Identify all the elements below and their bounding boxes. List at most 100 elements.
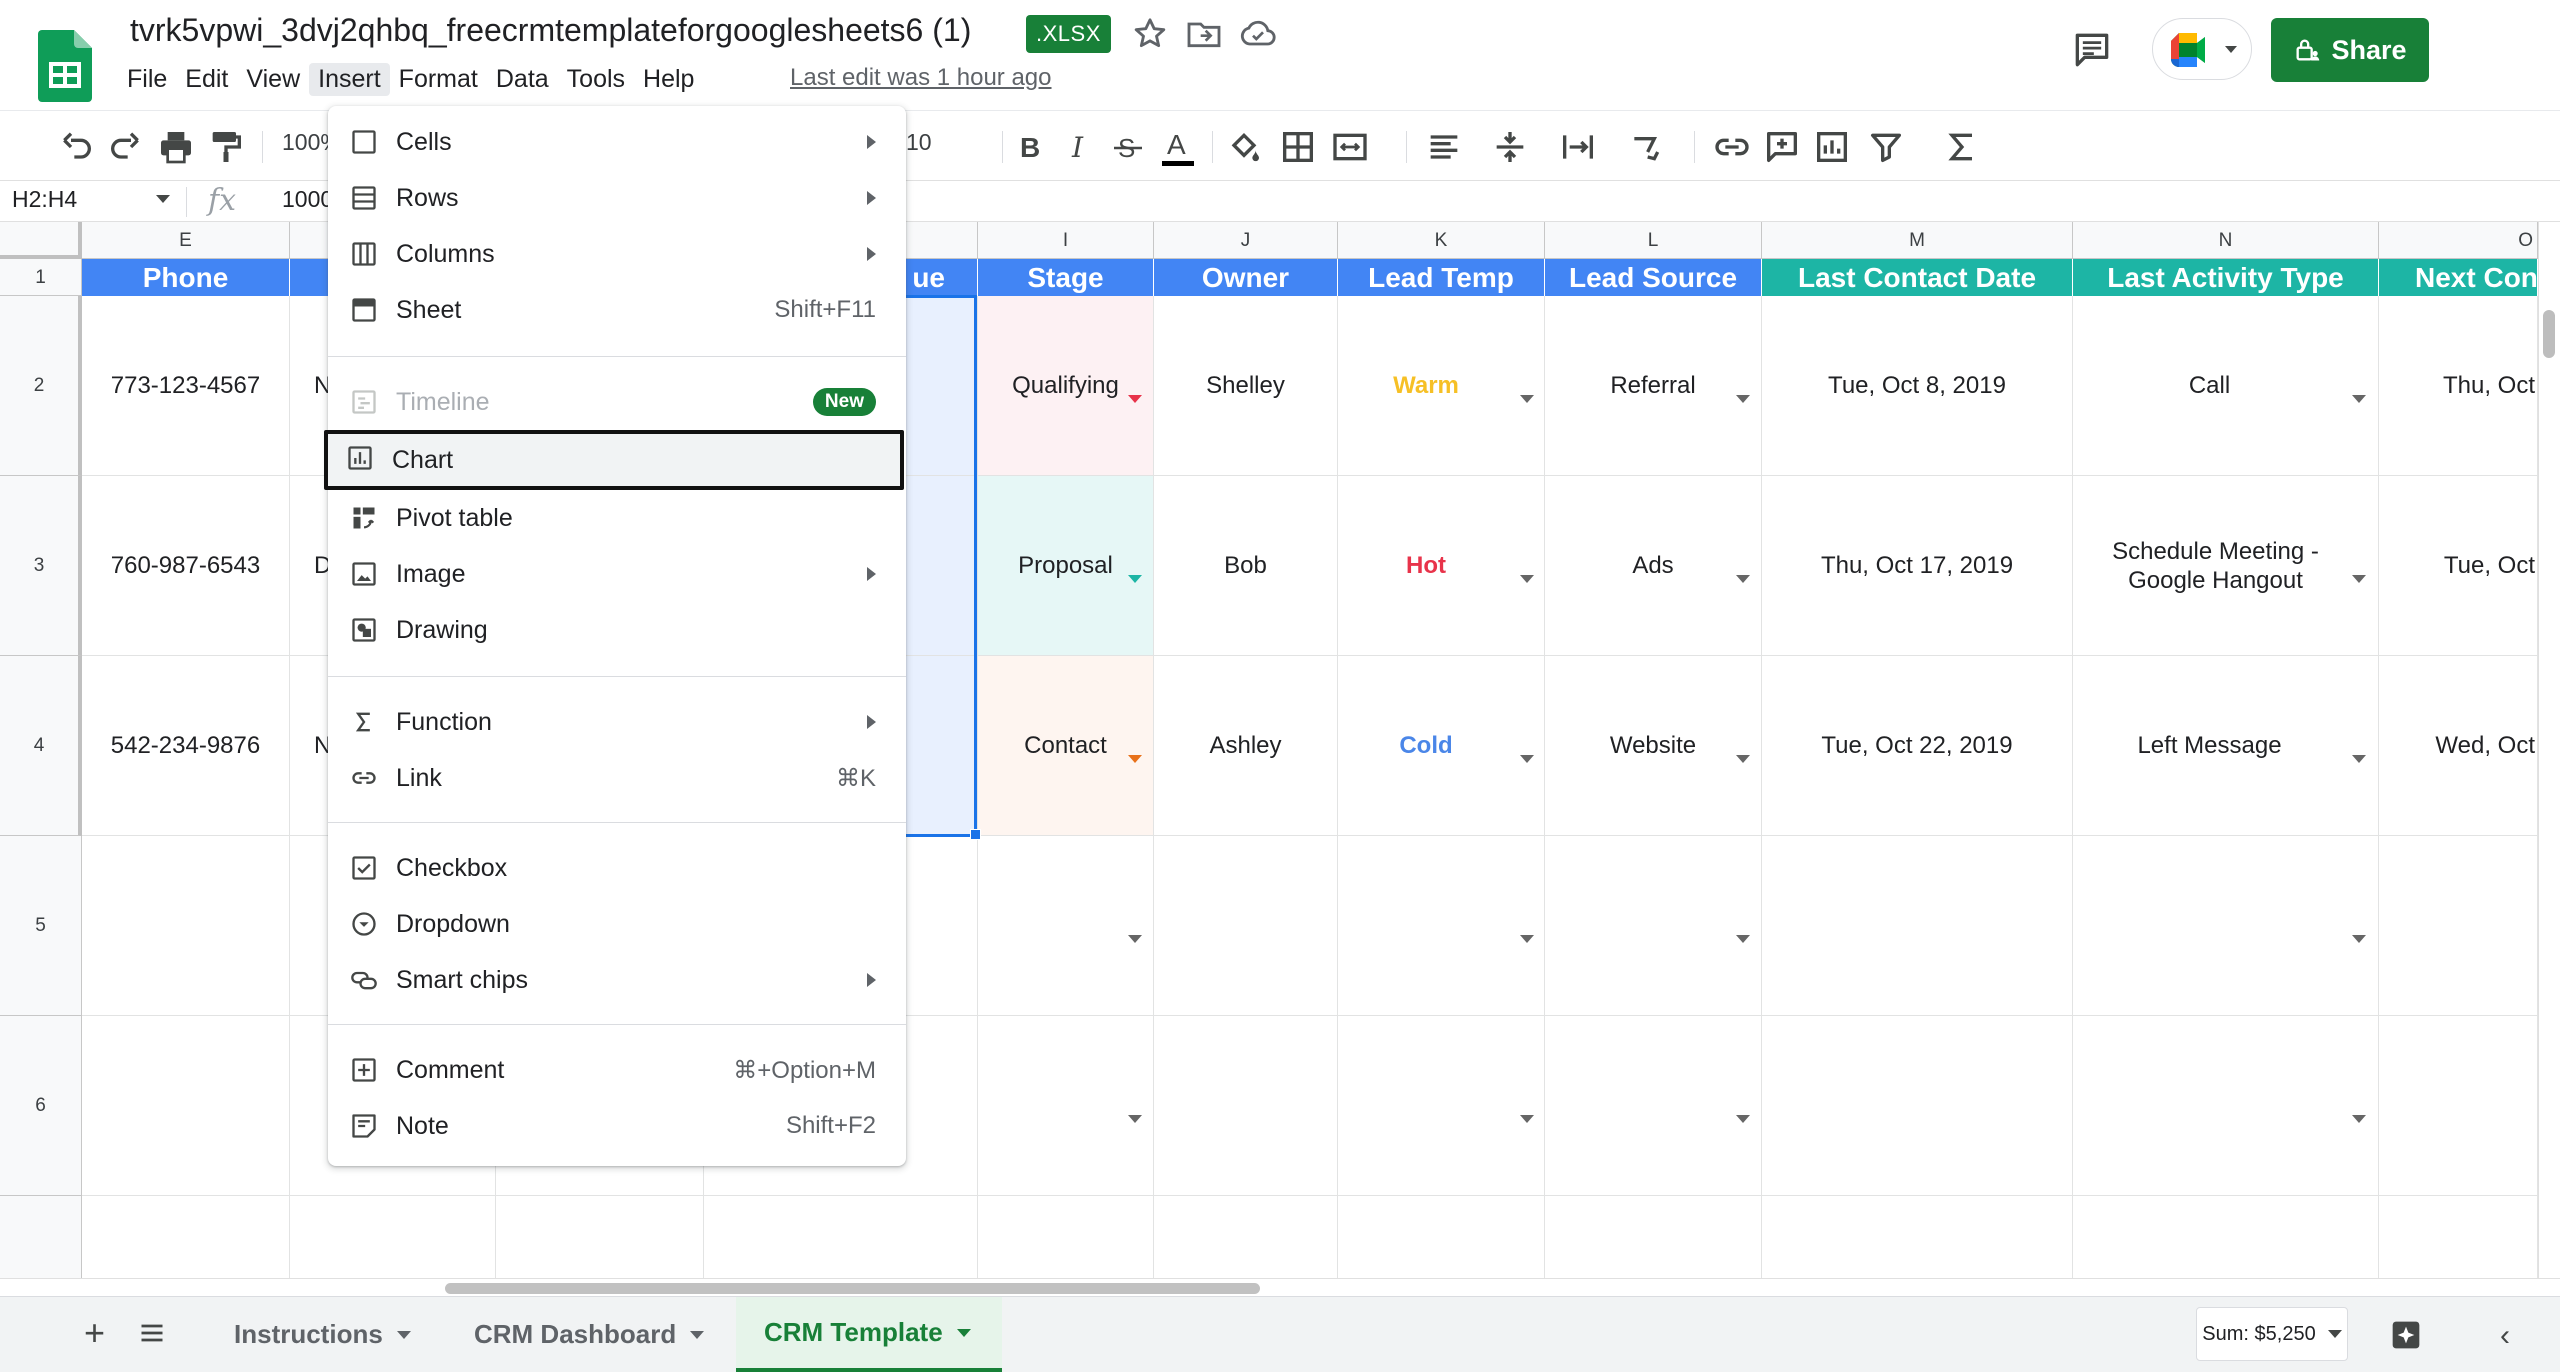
stage-dropdown-icon[interactable]: [1128, 935, 1142, 943]
insert-comment-icon[interactable]: [1762, 127, 1802, 167]
cell-last-activity-type[interactable]: [2073, 836, 2379, 1016]
cell[interactable]: [2073, 1196, 2379, 1287]
chevron-down-icon[interactable]: [956, 1328, 971, 1337]
menu-help[interactable]: Help: [634, 63, 703, 96]
cell-phone[interactable]: 760-987-6543: [82, 476, 290, 656]
menu-item-checkbox[interactable]: Checkbox: [328, 840, 906, 896]
comments-history-icon[interactable]: [2070, 28, 2114, 72]
print-icon[interactable]: [156, 127, 196, 167]
cell[interactable]: [290, 1196, 496, 1287]
stage-dropdown-icon[interactable]: [1128, 395, 1142, 403]
cell-last-activity-type[interactable]: Schedule Meeting - Google Hangout: [2073, 476, 2379, 656]
cell-lead-temp[interactable]: [1338, 836, 1545, 1016]
fill-color-icon[interactable]: [1224, 127, 1264, 167]
text-color-icon[interactable]: A: [1158, 127, 1198, 167]
cell[interactable]: [82, 1016, 290, 1196]
menu-item-cells[interactable]: Cells: [328, 114, 906, 170]
row-header-6[interactable]: 6: [0, 1016, 82, 1196]
lead-source-dropdown-icon[interactable]: [1736, 755, 1750, 763]
menu-tools[interactable]: Tools: [558, 63, 634, 96]
explore-icon[interactable]: [2386, 1315, 2426, 1355]
cell[interactable]: [82, 836, 290, 1016]
cell-next-contact[interactable]: Tue, Oct: [2379, 476, 2538, 656]
lead-source-dropdown-icon[interactable]: [1736, 395, 1750, 403]
menu-item-dropdown[interactable]: Dropdown: [328, 896, 906, 952]
chevron-down-icon[interactable]: [396, 1330, 411, 1339]
menu-item-columns[interactable]: Columns: [328, 226, 906, 282]
stage-dropdown-icon[interactable]: [1128, 1115, 1142, 1123]
document-title[interactable]: tvrk5vpwi_3dvj2qhbq_freecrmtemplateforgo…: [130, 12, 971, 49]
cell-lead-temp[interactable]: Hot: [1338, 476, 1545, 656]
header-cell-last-contact-date[interactable]: Last Contact Date: [1762, 259, 2073, 296]
sheets-logo-icon[interactable]: [38, 30, 92, 102]
cloud-status-icon[interactable]: [1238, 14, 1278, 54]
lead-temp-dropdown-icon[interactable]: [1520, 395, 1534, 403]
share-button[interactable]: Share: [2271, 18, 2429, 82]
insert-chart-icon[interactable]: [1812, 127, 1852, 167]
cell-lead-source[interactable]: Ads: [1545, 476, 1762, 656]
row-header-5[interactable]: 5: [0, 836, 82, 1016]
insert-link-icon[interactable]: [1712, 127, 1752, 167]
row-header-4[interactable]: 4: [0, 656, 82, 836]
menu-edit[interactable]: Edit: [176, 63, 237, 96]
cell-lead-source[interactable]: Referral: [1545, 296, 1762, 476]
name-box-caret-icon[interactable]: [156, 195, 170, 203]
header-cell-next-contact[interactable]: Next Con: [2379, 259, 2538, 296]
vertical-align-icon[interactable]: [1490, 127, 1530, 167]
row-header-3[interactable]: 3: [0, 476, 82, 656]
cell-lead-temp[interactable]: Warm: [1338, 296, 1545, 476]
cell[interactable]: [1154, 1196, 1338, 1287]
menu-item-comment[interactable]: Comment ⌘+Option+M: [328, 1042, 906, 1098]
row-header-2[interactable]: 2: [0, 296, 82, 476]
cell[interactable]: [496, 1196, 704, 1287]
lead-source-dropdown-icon[interactable]: [1736, 575, 1750, 583]
cell-last-contact-date[interactable]: [1762, 836, 2073, 1016]
column-header-k[interactable]: K: [1338, 222, 1545, 259]
redo-icon[interactable]: [106, 127, 146, 167]
menu-item-image[interactable]: Image: [328, 546, 906, 602]
cell-last-contact-date[interactable]: Tue, Oct 8, 2019: [1762, 296, 2073, 476]
header-cell-stage[interactable]: Stage: [978, 259, 1154, 296]
cell-phone[interactable]: 773-123-4567: [82, 296, 290, 476]
cell[interactable]: [1338, 1196, 1545, 1287]
cell-owner[interactable]: Shelley: [1154, 296, 1338, 476]
cell[interactable]: [704, 1196, 978, 1287]
cell-stage[interactable]: [978, 1016, 1154, 1196]
functions-icon[interactable]: [1942, 127, 1982, 167]
lead-temp-dropdown-icon[interactable]: [1520, 755, 1534, 763]
stage-dropdown-icon[interactable]: [1128, 575, 1142, 583]
horizontal-scrollbar[interactable]: [0, 1278, 2560, 1296]
column-header-m[interactable]: M: [1762, 222, 2073, 259]
text-rotation-icon[interactable]: [1626, 127, 1666, 167]
menu-item-drawing[interactable]: Drawing: [328, 602, 906, 658]
lead-temp-dropdown-icon[interactable]: [1520, 575, 1534, 583]
chevron-down-icon[interactable]: [690, 1330, 705, 1339]
menu-item-note[interactable]: Note Shift+F2: [328, 1098, 906, 1154]
menu-item-sheet[interactable]: Sheet Shift+F11: [328, 282, 906, 338]
cell[interactable]: [1545, 1196, 1762, 1287]
sheet-tab-instructions[interactable]: Instructions: [208, 1297, 437, 1372]
cell[interactable]: [2379, 1196, 2538, 1287]
borders-icon[interactable]: [1278, 127, 1318, 167]
cell-phone[interactable]: 542-234-9876: [82, 656, 290, 836]
move-to-folder-icon[interactable]: [1184, 14, 1224, 54]
last-edit-link[interactable]: Last edit was 1 hour ago: [790, 64, 1052, 92]
row-header-1[interactable]: 1: [0, 259, 82, 296]
vertical-scrollbar[interactable]: [2538, 222, 2560, 1278]
cell-stage[interactable]: Qualifying: [978, 296, 1154, 476]
header-cell-owner[interactable]: Owner: [1154, 259, 1338, 296]
column-header-l[interactable]: L: [1545, 222, 1762, 259]
bold-icon[interactable]: B: [1010, 127, 1050, 167]
column-header-n[interactable]: N: [2073, 222, 2379, 259]
cell-lead-temp[interactable]: Cold: [1338, 656, 1545, 836]
horizontal-scrollbar-thumb[interactable]: [445, 1283, 1260, 1294]
formula-input[interactable]: 1000: [282, 186, 333, 213]
column-header-e[interactable]: E: [82, 222, 290, 259]
cell-last-activity-type[interactable]: Left Message: [2073, 656, 2379, 836]
vertical-scrollbar-thumb[interactable]: [2543, 310, 2555, 358]
collapse-side-panel-icon[interactable]: ‹: [2500, 1319, 2510, 1353]
column-header-j[interactable]: J: [1154, 222, 1338, 259]
activity-dropdown-icon[interactable]: [2352, 575, 2366, 583]
cell-next-contact[interactable]: [2379, 836, 2538, 1016]
menu-item-function[interactable]: Function: [328, 694, 906, 750]
